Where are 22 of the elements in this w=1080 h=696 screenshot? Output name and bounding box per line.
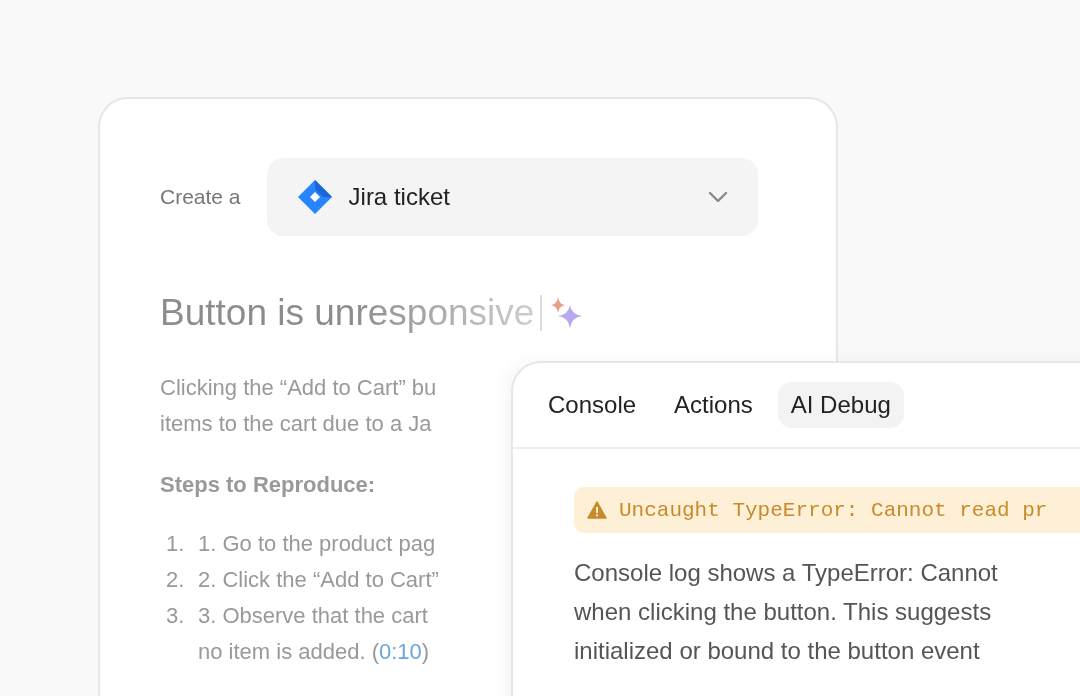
ticket-type-dropdown[interactable]: Jira ticket: [266, 158, 758, 236]
list-number: 3.: [166, 602, 186, 630]
steps-heading: Steps to Reproduce:: [160, 472, 377, 498]
warning-icon: [587, 501, 607, 519]
text-cursor: [540, 295, 543, 331]
step-text: 1. Go to the product pag: [198, 530, 436, 558]
explanation-line: Console log shows a TypeError: Cannot: [574, 558, 998, 588]
tab[interactable]: AI Debug: [777, 382, 904, 428]
description-line: Clicking the “Add to Cart” bu: [160, 374, 437, 402]
description-line: items to the cart due to a Ja: [160, 410, 432, 438]
step-text: 3. Observe that the cart: [198, 602, 428, 630]
explanation-line: initialized or bound to the button event: [574, 636, 980, 666]
tab[interactable]: Actions: [661, 382, 766, 428]
create-label: Create a: [160, 185, 241, 209]
tab[interactable]: Console: [535, 382, 650, 428]
list-number: 1.: [166, 530, 186, 558]
explanation-line: when clicking the button. This suggests: [574, 597, 992, 627]
step-text: 2. Click the “Add to Cart”: [198, 566, 439, 594]
jira-diamond-icon: [296, 179, 333, 215]
chevron-down-icon: [708, 191, 728, 203]
list-number: 2.: [166, 566, 186, 594]
error-message: Uncaught TypeError: Cannot read pr: [619, 498, 1048, 522]
